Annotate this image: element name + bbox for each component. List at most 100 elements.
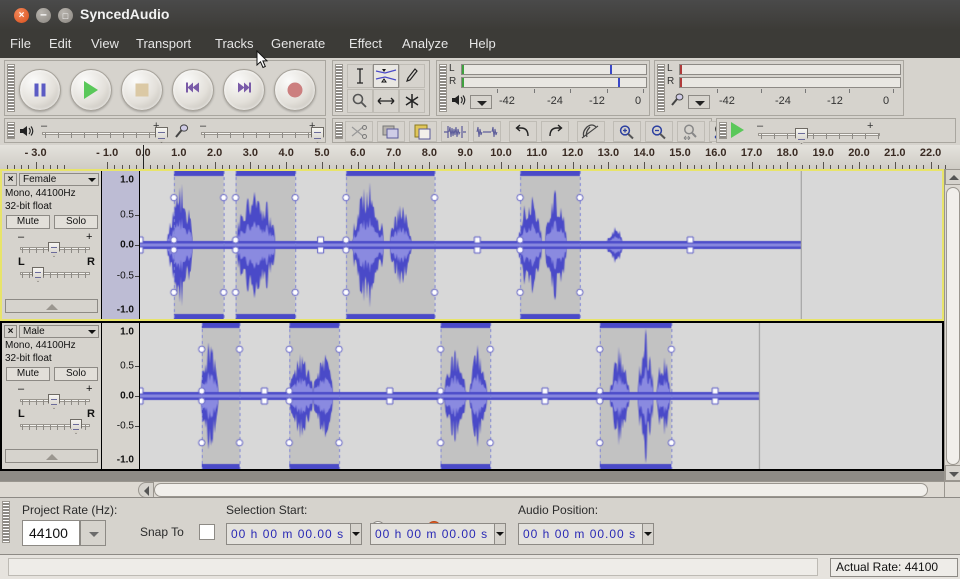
multi-tool[interactable] bbox=[399, 89, 425, 113]
transport-toolbar-grip[interactable] bbox=[7, 64, 15, 112]
zoom-in-button[interactable] bbox=[613, 121, 641, 142]
pan-slider-male[interactable] bbox=[70, 419, 82, 434]
horizontal-scrollbar[interactable] bbox=[0, 481, 944, 497]
cut-button[interactable] bbox=[345, 121, 373, 142]
menu-item-tracks[interactable]: Tracks bbox=[215, 36, 254, 51]
redo-arrow-icon bbox=[542, 124, 568, 140]
vertical-ruler-female[interactable]: 1.0 0.5 0.0 -0.5 -1.0 bbox=[102, 171, 140, 319]
window-maximize-button[interactable]: □ bbox=[58, 8, 73, 23]
track-name-dropdown-male[interactable]: Male bbox=[19, 325, 99, 338]
waveform-female[interactable] bbox=[140, 171, 942, 319]
selection-toolbar-grip[interactable] bbox=[2, 501, 10, 543]
track-female[interactable]: × Female Mono, 44100Hz 32-bit float Mute… bbox=[0, 169, 944, 321]
undo-button[interactable] bbox=[509, 121, 537, 142]
project-rate-value[interactable]: 44100 bbox=[22, 520, 80, 546]
skip-start-icon bbox=[184, 81, 202, 100]
track-close-button[interactable]: × bbox=[4, 325, 17, 338]
gain-slider-male[interactable] bbox=[48, 394, 60, 409]
play-at-speed-icon[interactable] bbox=[731, 122, 744, 138]
horizontal-scroll-thumb[interactable] bbox=[154, 483, 928, 497]
output-volume-slider[interactable] bbox=[155, 127, 168, 143]
recording-meter-grip[interactable] bbox=[657, 64, 665, 112]
envelope-tool[interactable] bbox=[373, 64, 399, 88]
tools-toolbar-grip[interactable] bbox=[335, 64, 343, 112]
waveform-canvas-female[interactable] bbox=[140, 171, 942, 319]
fit-selection-button[interactable] bbox=[677, 121, 705, 142]
copy-button[interactable] bbox=[377, 121, 405, 142]
menu-item-transport[interactable]: Transport bbox=[136, 36, 191, 51]
audio-position-time-field[interactable]: 00 h 00 m 00.00 s bbox=[518, 523, 654, 545]
selection-length-time-dropdown[interactable] bbox=[494, 524, 505, 544]
pause-button[interactable] bbox=[19, 69, 61, 111]
play-speed-slider[interactable] bbox=[795, 128, 808, 144]
status-message bbox=[8, 558, 818, 576]
record-button[interactable] bbox=[274, 69, 316, 111]
playback-meter-menu-button[interactable] bbox=[470, 95, 492, 109]
menu-item-generate[interactable]: Generate bbox=[271, 36, 325, 51]
mute-button-male[interactable]: Mute bbox=[6, 367, 50, 381]
track-male[interactable]: × Male Mono, 44100Hz 32-bit float Mute S… bbox=[0, 321, 944, 471]
playback-meter-bar-left[interactable] bbox=[461, 64, 647, 75]
vertical-ruler-male[interactable]: 1.0 0.5 0.0 -0.5 -1.0 bbox=[102, 323, 140, 469]
playback-meter-grip[interactable] bbox=[439, 64, 447, 112]
silence-selection-button[interactable] bbox=[473, 121, 501, 142]
track-control-panel-female[interactable]: × Female Mono, 44100Hz 32-bit float Mute… bbox=[2, 171, 102, 319]
play-button[interactable] bbox=[70, 69, 112, 111]
menu-item-analyze[interactable]: Analyze bbox=[402, 36, 448, 51]
menu-item-view[interactable]: View bbox=[91, 36, 119, 51]
selection-tool[interactable] bbox=[347, 64, 373, 88]
vertical-scroll-thumb[interactable] bbox=[946, 187, 960, 465]
window-close-button[interactable]: × bbox=[14, 8, 29, 23]
scroll-up-button[interactable] bbox=[945, 169, 960, 185]
skip-to-start-button[interactable] bbox=[172, 69, 214, 111]
solo-button-male[interactable]: Solo bbox=[54, 367, 98, 381]
audio-position-time-dropdown[interactable] bbox=[642, 524, 653, 544]
gain-slider-female[interactable] bbox=[48, 242, 60, 257]
waveform-canvas-male[interactable] bbox=[140, 323, 942, 469]
zoom-out-button[interactable] bbox=[645, 121, 673, 142]
project-rate-dropdown[interactable] bbox=[80, 520, 106, 546]
mixer-toolbar-grip[interactable] bbox=[7, 122, 15, 139]
zoom-tool[interactable] bbox=[347, 89, 373, 113]
playback-meter-bar-right[interactable] bbox=[461, 77, 647, 88]
menu-item-edit[interactable]: Edit bbox=[49, 36, 71, 51]
solo-button-female[interactable]: Solo bbox=[54, 215, 98, 229]
window-minimize-button[interactable]: – bbox=[36, 8, 51, 23]
recording-meter-bar-left[interactable] bbox=[679, 64, 901, 75]
paste-button[interactable] bbox=[409, 121, 437, 142]
vertical-scrollbar[interactable] bbox=[944, 169, 960, 481]
mute-button-female[interactable]: Mute bbox=[6, 215, 50, 229]
menu-item-file[interactable]: File bbox=[10, 36, 31, 51]
trim-outside-selection-button[interactable] bbox=[441, 121, 469, 142]
selection-start-time-dropdown[interactable] bbox=[350, 524, 361, 544]
play-at-speed-grip[interactable] bbox=[719, 122, 727, 139]
input-volume-slider[interactable] bbox=[311, 127, 324, 143]
sync-lock-button[interactable] bbox=[577, 121, 605, 142]
menu-item-effect[interactable]: Effect bbox=[349, 36, 382, 51]
pan-slider-female[interactable] bbox=[32, 267, 44, 282]
snap-to-checkbox[interactable] bbox=[199, 524, 215, 540]
menu-item-help[interactable]: Help bbox=[469, 36, 496, 51]
ruler-tick-major bbox=[716, 162, 717, 169]
timeline-ruler[interactable]: - 3.0- 1.00.01.02.03.04.05.06.07.08.09.0… bbox=[0, 145, 960, 170]
waveform-male[interactable] bbox=[140, 323, 942, 469]
skip-to-end-button[interactable] bbox=[223, 69, 265, 111]
edit-toolbar-grip[interactable] bbox=[335, 122, 343, 139]
track-name-dropdown-female[interactable]: Female bbox=[19, 173, 99, 186]
selection-start-time-field[interactable]: 00 h 00 m 00.00 s bbox=[226, 523, 362, 545]
scroll-down-button[interactable] bbox=[945, 465, 960, 481]
minimize-icon: – bbox=[36, 8, 51, 20]
redo-button[interactable] bbox=[541, 121, 569, 142]
recording-meter-menu-button[interactable] bbox=[688, 95, 710, 109]
track-collapse-button-female[interactable] bbox=[5, 299, 98, 313]
envelope-icon bbox=[374, 67, 398, 85]
draw-tool[interactable] bbox=[399, 64, 425, 88]
track-close-button[interactable]: × bbox=[4, 173, 17, 186]
timeshift-tool[interactable] bbox=[373, 89, 399, 113]
track-collapse-button-male[interactable] bbox=[5, 449, 98, 463]
recording-meter-bar-right[interactable] bbox=[679, 77, 901, 88]
track-control-panel-male[interactable]: × Male Mono, 44100Hz 32-bit float Mute S… bbox=[2, 323, 102, 469]
stop-button[interactable] bbox=[121, 69, 163, 111]
selection-length-time-field[interactable]: 00 h 00 m 00.00 s bbox=[370, 523, 506, 545]
scroll-left-button[interactable] bbox=[138, 482, 154, 498]
